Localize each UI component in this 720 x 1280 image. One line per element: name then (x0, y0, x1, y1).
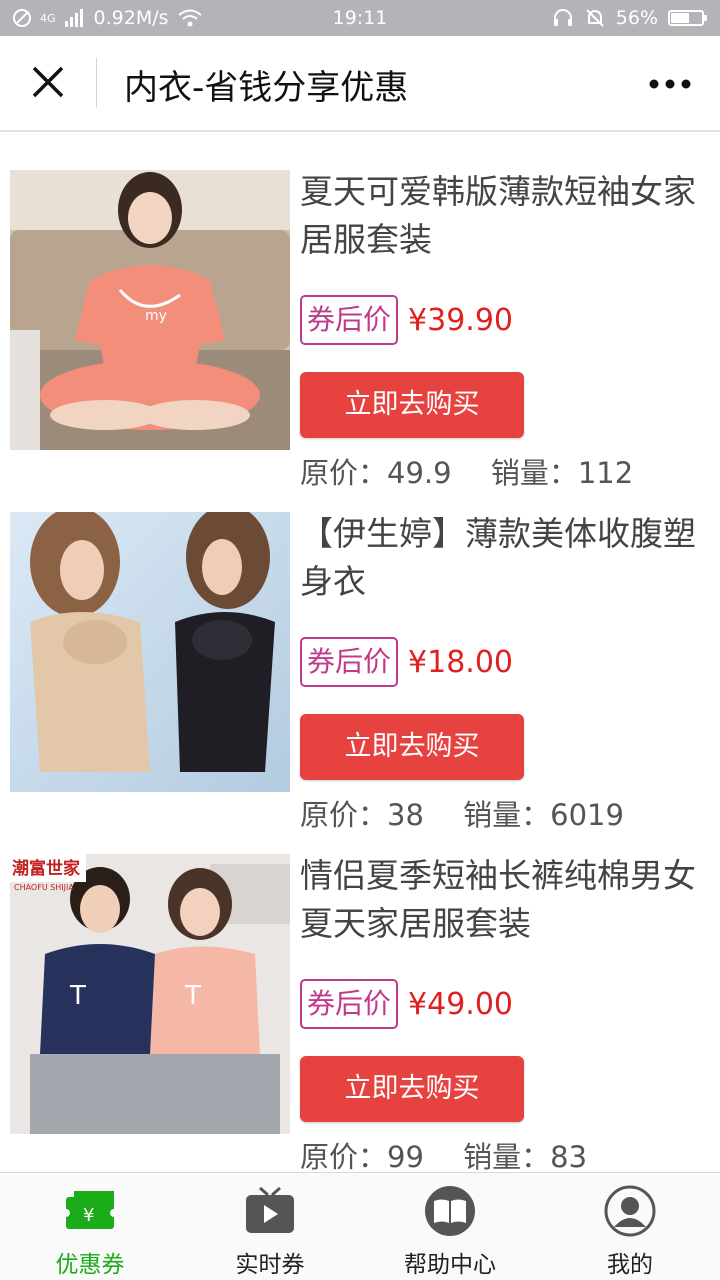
buy-now-button[interactable]: 立即去购买 (300, 372, 524, 438)
headset-icon (553, 9, 572, 26)
product-image[interactable] (10, 512, 290, 792)
product-title[interactable]: 情侣夏季短袖长裤纯棉男女夏天家居服套装 (300, 852, 710, 948)
svg-text:T: T (184, 981, 201, 1011)
buy-now-button[interactable]: 立即去购买 (300, 1056, 524, 1122)
svg-text:¥: ¥ (83, 1205, 94, 1226)
sales-count: 83 (550, 1140, 588, 1172)
coupon-price-tag: 券后价 (300, 295, 399, 345)
product-card[interactable]: T T 潮富世家 CHAOFU SHIJIA 情侣夏季短袖长裤纯棉男女夏天家居服… (0, 818, 720, 1172)
tab-realtime[interactable]: 实时券 (180, 1173, 360, 1280)
tab-label: 实时券 (235, 1252, 305, 1278)
book-icon (425, 1186, 475, 1236)
tab-label: 我的 (607, 1252, 653, 1278)
tv-play-icon (246, 1186, 294, 1233)
product-image[interactable]: T T 潮富世家 CHAOFU SHIJIA (10, 854, 290, 1134)
more-options-icon[interactable] (648, 70, 692, 98)
tab-me[interactable]: 我的 (540, 1173, 720, 1280)
coupon-price-tag: 券后价 (300, 637, 399, 687)
product-image[interactable]: my (10, 170, 290, 450)
product-list: my 夏天可爱韩版薄款短袖女家居服套装 券后价 ¥39.90 立即去购买 原价：… (0, 134, 720, 1172)
tab-bar: ¥ 优惠券 实时券 帮助中心 我的 (0, 1172, 720, 1280)
status-bar: 4G 0.92M/s 19:11 56% (0, 0, 720, 36)
coupon-price-tag: 券后价 (300, 979, 399, 1029)
original-price: 99 (387, 1140, 424, 1172)
nav-bar: 内衣-省钱分享优惠 (0, 36, 720, 132)
mute-bell-icon (586, 9, 604, 27)
coupon-price: ¥49.00 (408, 986, 513, 1022)
product-title[interactable]: 夏天可爱韩版薄款短袖女家居服套装 (300, 168, 710, 264)
coupon-price: ¥18.00 (408, 644, 513, 680)
svg-text:my: my (145, 308, 167, 324)
close-icon[interactable] (28, 62, 68, 102)
page-title: 内衣-省钱分享优惠 (124, 68, 409, 108)
sales-label: 销量： (463, 1140, 551, 1172)
tab-coupons[interactable]: ¥ 优惠券 (0, 1173, 180, 1280)
product-title[interactable]: 【伊生婷】薄款美体收腹塑身衣 (300, 510, 710, 606)
buy-now-button[interactable]: 立即去购买 (300, 714, 524, 780)
brand-logo-text: 潮富世家 (12, 858, 80, 879)
battery-icon (668, 10, 707, 26)
tab-label: 优惠券 (55, 1252, 125, 1278)
user-icon (604, 1185, 656, 1237)
tab-label: 帮助中心 (404, 1252, 496, 1278)
original-price-label: 原价： (300, 1140, 388, 1172)
product-card[interactable]: 【伊生婷】薄款美体收腹塑身衣 券后价 ¥18.00 立即去购买 原价：38 销量… (0, 476, 720, 832)
coupon-icon: ¥ (62, 1191, 118, 1229)
product-card[interactable]: my 夏天可爱韩版薄款短袖女家居服套装 券后价 ¥39.90 立即去购买 原价：… (0, 134, 720, 490)
tab-help[interactable]: 帮助中心 (360, 1173, 540, 1280)
battery-level: 56% (615, 7, 658, 29)
nav-divider (96, 58, 97, 108)
brand-logo-subtext: CHAOFU SHIJIA (14, 883, 74, 892)
coupon-price: ¥39.90 (408, 302, 513, 338)
svg-text:T: T (69, 981, 86, 1011)
